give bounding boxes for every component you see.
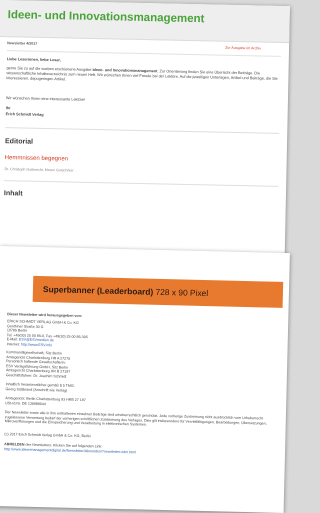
internet-label: Internet: bbox=[6, 342, 21, 347]
contents-heading: Inhalt bbox=[3, 190, 23, 198]
company-block: Kommanditgesellschaft, Sitz Berlin Amtsg… bbox=[6, 350, 282, 384]
registry-block: Amtsgericht: Berlin Charlottenburg 93 HR… bbox=[5, 396, 280, 412]
superbanner-ad[interactable]: Superbanner (Leaderboard) 728 x 90 Pixel bbox=[32, 275, 284, 308]
newsletter-title: Ideen- und Innovationsmanagement bbox=[7, 9, 205, 26]
editor-block: Inhaltlich Verantwortlicher gemäß § 5 TM… bbox=[5, 382, 280, 398]
editorial-heading: Editorial bbox=[4, 138, 34, 146]
issue-label: Newsletter 4/2017 bbox=[7, 41, 38, 46]
editorial-link[interactable]: Hemmnissen begegnen bbox=[5, 155, 68, 162]
internet-link[interactable]: http://www.ESV.info bbox=[21, 343, 52, 348]
wish-text: Wir wünschen Ihnen eine interessante Lek… bbox=[5, 96, 86, 102]
intro-paragraph: gerne Sie zu auf die soeben erschienene … bbox=[6, 66, 282, 87]
newsletter-top-sheet: Ideen- und Innovationsmanagement Newslet… bbox=[0, 0, 290, 259]
ad-size: 728 x 90 Pixel bbox=[155, 286, 209, 299]
copyright: (c) 2017 Erich Schmidt Verlag GmbH & Co.… bbox=[4, 432, 91, 439]
newsletter-bottom-sheet: Superbanner (Leaderboard) 728 x 90 Pixel… bbox=[0, 246, 290, 513]
ad-label: Superbanner (Leaderboard) bbox=[42, 284, 154, 297]
divider bbox=[5, 127, 280, 134]
editorial-byline: Dr. Christoph Gutknecht, Maren Gotschrke… bbox=[4, 167, 74, 173]
unsubscribe-label: ABMELDEN bbox=[4, 442, 25, 447]
disclaimer: Der Newsletter sowie alle in ihm enthalt… bbox=[4, 410, 267, 427]
divider bbox=[4, 180, 279, 187]
newsletter-header: Ideen- und Innovationsmanagement bbox=[0, 0, 290, 44]
unsubscribe-block: ABMELDEN des Newsletters: Klicken Sie au… bbox=[4, 442, 279, 458]
archive-link[interactable]: Zur Ausgabe im Archiv bbox=[225, 46, 261, 51]
publisher-block: ERICH SCHMIDT VERLAG GmbH & Co. KG Genth… bbox=[7, 319, 283, 353]
